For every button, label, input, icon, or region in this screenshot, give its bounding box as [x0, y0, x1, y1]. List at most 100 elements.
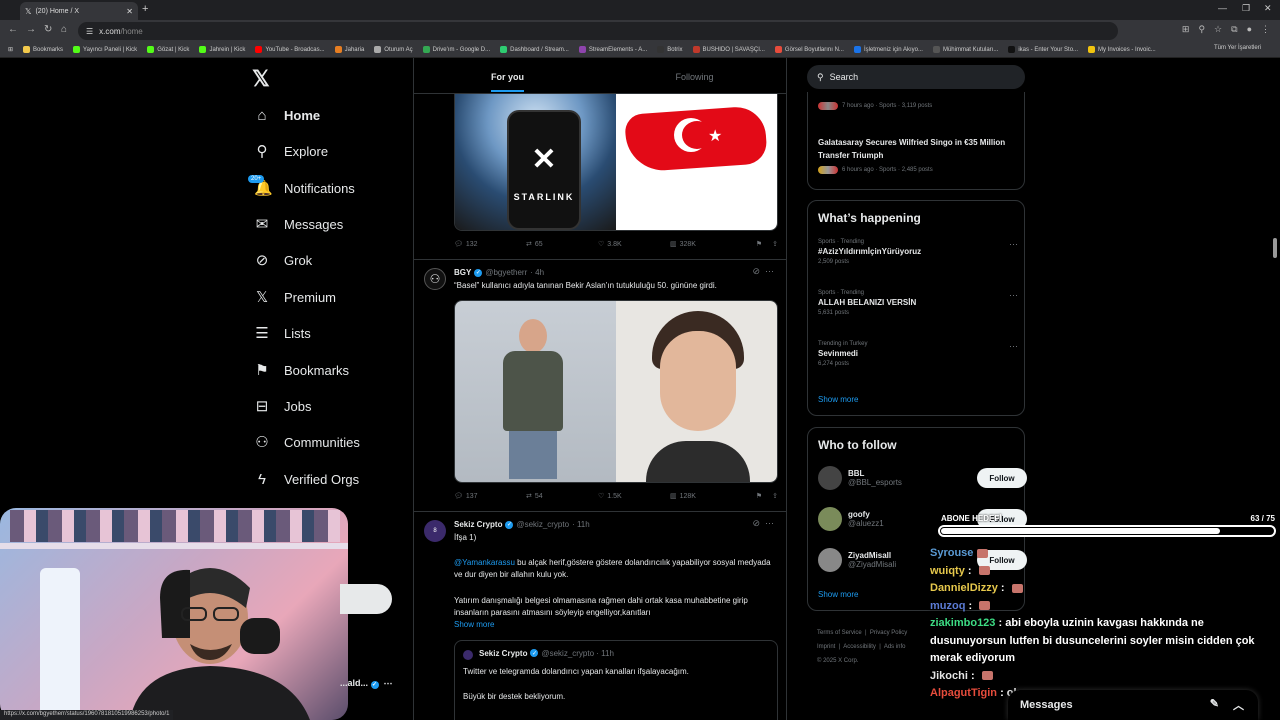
author-name[interactable]: Sekiz Crypto	[454, 520, 502, 529]
nav-item-verified-orgs[interactable]: ϟ Verified Orgs	[254, 467, 359, 491]
nav-item-grok[interactable]: ⊘ Grok	[254, 248, 312, 272]
avatar[interactable]: 8	[424, 520, 446, 542]
avatar[interactable]	[818, 507, 842, 531]
trend-item[interactable]: Sports · Trending #AzizYıldırımİçinYürüyo…	[818, 239, 1018, 265]
site-info-icon[interactable]: ☰	[86, 27, 93, 36]
bookmark-item[interactable]: Yayıncı Paneli | Kick	[73, 46, 137, 53]
more-icon[interactable]: ⋯	[1009, 341, 1018, 352]
accessibility-link[interactable]: Accessibility	[843, 644, 876, 650]
trend-headline[interactable]: Galatasaray Secures Wilfried Singo in €3…	[818, 136, 1018, 162]
zoom-icon[interactable]: ⚲	[1198, 24, 1205, 35]
share-icon[interactable]: ⇪	[772, 492, 778, 500]
back-icon[interactable]: ←	[8, 24, 18, 35]
nav-item-explore[interactable]: ⚲ Explore	[254, 139, 329, 163]
views-button[interactable]: ▥ 328K	[670, 240, 742, 249]
bookmark-item[interactable]: Mühimmat Kutuları...	[932, 46, 998, 53]
nav-item-communities[interactable]: ⚇ Communities	[254, 430, 360, 454]
nav-item-bookmarks[interactable]: ⚑ Bookmarks	[254, 358, 349, 382]
nav-item-lists[interactable]: ☰ Lists	[254, 321, 310, 345]
trend-item[interactable]: Trending in Turkey Sevinmedi 6,274 posts ⋯	[818, 341, 1018, 367]
more-icon[interactable]: ⋯	[1009, 290, 1018, 301]
bookmark-item[interactable]: Görsel Boyutlarını N...	[774, 46, 844, 53]
grok-icon[interactable]: ⊘	[752, 266, 760, 276]
close-icon[interactable]: ✕	[126, 7, 133, 16]
tab-following[interactable]: Following	[601, 58, 786, 93]
scrollbar-thumb[interactable]	[1273, 238, 1277, 258]
reply-button[interactable]: 💬︎ 137	[454, 492, 526, 501]
reload-icon[interactable]: ↻	[44, 24, 52, 35]
grok-icon[interactable]: ⊘	[752, 518, 760, 528]
avatar[interactable]	[818, 466, 842, 490]
menu-icon[interactable]: ⋮	[1261, 24, 1270, 35]
nav-item-notifications[interactable]: 🔔 20+ Notifications	[248, 175, 355, 200]
address-bar[interactable]: ☰ x.com/home	[78, 22, 1118, 40]
bookmark-item[interactable]: My Invoices - Invoic...	[1088, 46, 1156, 53]
more-icon[interactable]: ⋯	[765, 266, 774, 276]
x-logo-icon[interactable]: 𝕏	[252, 66, 270, 92]
bookmark-item[interactable]: Drive'ım - Google D...	[422, 46, 490, 53]
scrollbar[interactable]	[1272, 58, 1278, 720]
avatar[interactable]	[818, 548, 842, 572]
author-name[interactable]: BGY	[454, 268, 471, 277]
show-more-link[interactable]: Show more	[818, 590, 858, 599]
nav-item-premium[interactable]: 𝕏 Premium	[254, 285, 336, 309]
bookmark-item[interactable]: BUSHIDO | SAVAŞÇI...	[692, 46, 765, 53]
portrait-photo[interactable]	[616, 301, 777, 482]
reply-button[interactable]: 💬︎ 132	[454, 240, 526, 249]
bookmark-item[interactable]: İşletmeniz için Akıyo...	[853, 46, 923, 53]
like-button[interactable]: ♡ 1.5K	[598, 492, 670, 501]
like-button[interactable]: ♡ 3.8K	[598, 240, 670, 249]
all-bookmarks[interactable]: Tüm Yer İşaretleri	[1214, 45, 1272, 51]
bookmark-item[interactable]: Botrix	[657, 46, 683, 53]
bookmark-item[interactable]: Jaharia	[334, 46, 364, 53]
mention-link[interactable]: @Yamankarassu	[454, 558, 515, 567]
star-icon[interactable]: ☆	[1214, 24, 1222, 35]
bookmark-icon[interactable]: ⚑	[756, 240, 762, 248]
terms-link[interactable]: Terms of Service	[817, 630, 862, 636]
follow-button[interactable]: Follow	[977, 468, 1027, 488]
compose-message-icon[interactable]: ✎	[1210, 697, 1219, 713]
bookmark-icon[interactable]: ⚑	[756, 492, 762, 500]
minimize-icon[interactable]: —	[1218, 3, 1227, 13]
chevron-up-icon[interactable]: ︿	[1233, 697, 1244, 713]
quoted-post[interactable]: Sekiz Crypto ✓ @sekiz_crypto · 11h Twitt…	[454, 640, 778, 720]
apps-icon[interactable]: ⊞	[8, 46, 13, 53]
new-tab-button[interactable]: +	[142, 3, 148, 15]
window-close-icon[interactable]: ✕	[1264, 3, 1272, 14]
extensions-icon[interactable]: ⧉	[1231, 24, 1237, 35]
avatar[interactable]: ⚇	[424, 268, 446, 290]
show-more-link[interactable]: Show more	[454, 619, 774, 631]
account-switcher[interactable]: ...ald... ✓ ⋯	[340, 678, 393, 689]
more-icon[interactable]: ⋯	[765, 518, 774, 528]
repost-button[interactable]: ⇄ 65	[526, 240, 598, 249]
repost-button[interactable]: ⇄ 54	[526, 492, 598, 501]
person-standing-photo[interactable]	[455, 301, 616, 482]
post-time[interactable]: · 4h	[530, 268, 544, 277]
bookmark-item[interactable]: ikas - Enter Your Sto...	[1008, 46, 1078, 53]
bookmark-item[interactable]: Jahrein | Kick	[199, 46, 245, 53]
bookmark-item[interactable]: Bookmarks	[23, 46, 63, 53]
bookmark-item[interactable]: Dashboard / Stream...	[500, 46, 569, 53]
profile-icon[interactable]: ●	[1247, 24, 1252, 35]
post-media[interactable]: ✕ STARLINK ★	[454, 94, 778, 231]
turkey-map-photo[interactable]: ★	[616, 94, 777, 230]
maximize-icon[interactable]: ❐	[1242, 3, 1250, 14]
starlink-photo[interactable]: ✕ STARLINK	[455, 94, 616, 230]
author-handle[interactable]: @bgyetherr	[485, 268, 527, 277]
bookmark-item[interactable]: StreamElements - A...	[578, 46, 647, 53]
forward-icon[interactable]: →	[26, 24, 36, 35]
more-icon[interactable]: ⋯	[1009, 239, 1018, 250]
bookmark-item[interactable]: Gözat | Kick	[147, 46, 189, 53]
install-icon[interactable]: ⊞	[1182, 24, 1190, 35]
bookmark-item[interactable]: Oturum Aç	[374, 46, 413, 53]
share-icon[interactable]: ⇪	[772, 240, 778, 248]
imprint-link[interactable]: Imprint	[817, 644, 835, 650]
author-handle[interactable]: @sekiz_crypto	[516, 520, 569, 529]
privacy-link[interactable]: Privacy Policy	[870, 630, 907, 636]
views-button[interactable]: ▥ 128K	[670, 492, 742, 501]
post-media[interactable]	[454, 300, 778, 483]
nav-item-jobs[interactable]: ⊟ Jobs	[254, 394, 312, 418]
messages-drawer[interactable]: Messages ✎ ︿	[1008, 690, 1258, 720]
bookmark-item[interactable]: YouTube - Broadcas...	[255, 46, 325, 53]
ads-info-link[interactable]: Ads info	[884, 644, 906, 650]
